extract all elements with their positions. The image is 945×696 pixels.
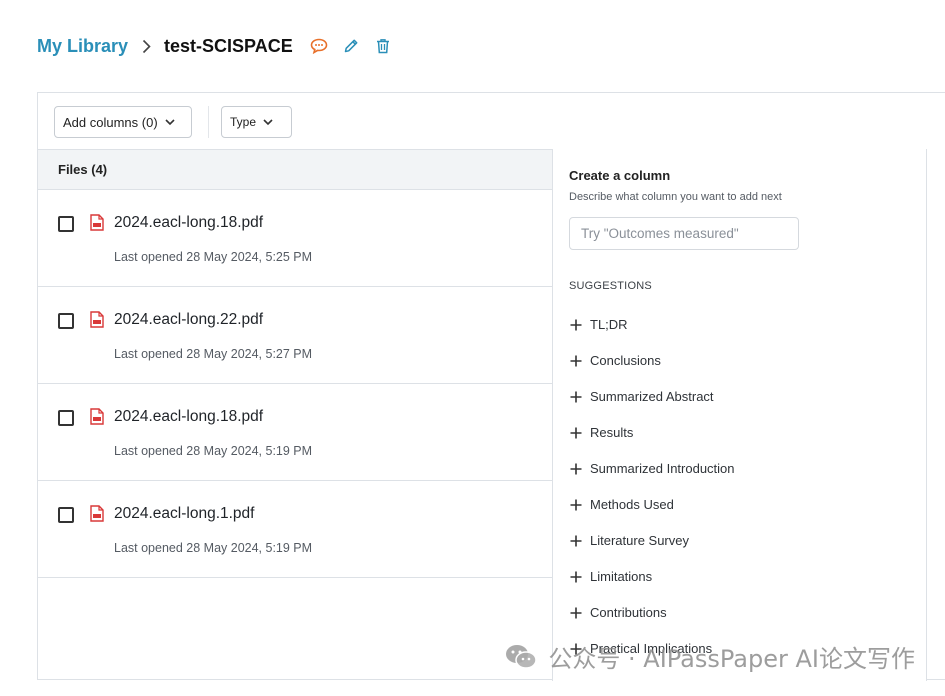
create-column-description: Describe what column you want to add nex…: [569, 191, 782, 203]
file-name[interactable]: 2024.eacl-long.1.pdf: [114, 505, 254, 523]
file-row[interactable]: 2024.eacl-long.18.pdf Last opened 28 May…: [38, 384, 552, 481]
suggestion-item[interactable]: Summarized Abstract: [569, 389, 714, 404]
page-title: test-SCISPACE: [164, 35, 293, 56]
file-checkbox[interactable]: [58, 313, 74, 329]
pdf-file-icon: [90, 311, 104, 328]
chevron-right-icon: [142, 38, 154, 54]
watermark: 公众号 · AIPassPaper AI论文写作: [504, 639, 915, 674]
suggestion-label: Conclusions: [590, 353, 661, 368]
file-last-opened: Last opened 28 May 2024, 5:27 PM: [114, 347, 313, 361]
toolbar-divider: [208, 106, 209, 138]
file-name[interactable]: 2024.eacl-long.18.pdf: [114, 214, 263, 232]
files-table: Files (4) 2024.eacl-long.18.pdf Last ope…: [38, 149, 552, 578]
suggestion-label: Literature Survey: [590, 533, 689, 548]
wechat-icon: [506, 644, 538, 669]
file-name[interactable]: 2024.eacl-long.22.pdf: [114, 311, 263, 329]
type-filter-label: Type: [230, 115, 257, 129]
file-row[interactable]: 2024.eacl-long.22.pdf Last opened 28 May…: [38, 287, 552, 384]
breadcrumb-my-library-link[interactable]: My Library: [37, 36, 128, 57]
add-columns-label: Add columns (0): [63, 114, 158, 130]
create-column-title: Create a column: [569, 168, 671, 183]
toolbar: Add columns (0) Type: [38, 93, 945, 150]
plus-icon: [569, 534, 583, 548]
breadcrumb: My Library test-SCISPACE: [37, 33, 392, 59]
file-name[interactable]: 2024.eacl-long.18.pdf: [114, 408, 263, 426]
type-filter-button[interactable]: Type: [221, 106, 292, 138]
suggestion-label: Summarized Abstract: [590, 389, 714, 404]
suggestion-label: Results: [590, 425, 634, 440]
suggestion-label: Summarized Introduction: [590, 461, 735, 476]
file-last-opened: Last opened 28 May 2024, 5:25 PM: [114, 250, 313, 264]
file-checkbox[interactable]: [58, 507, 74, 523]
plus-icon: [569, 426, 583, 440]
chat-icon[interactable]: [310, 37, 328, 55]
file-row[interactable]: 2024.eacl-long.18.pdf Last opened 28 May…: [38, 190, 552, 287]
suggestion-item[interactable]: Limitations: [569, 569, 652, 584]
file-row[interactable]: 2024.eacl-long.1.pdf Last opened 28 May …: [38, 481, 552, 578]
pdf-file-icon: [90, 505, 104, 522]
file-last-opened: Last opened 28 May 2024, 5:19 PM: [114, 444, 313, 458]
suggestion-item[interactable]: Contributions: [569, 605, 667, 620]
plus-icon: [569, 462, 583, 476]
add-columns-button[interactable]: Add columns (0): [54, 106, 192, 138]
plus-icon: [569, 354, 583, 368]
library-panel: Add columns (0) Type Files (4) 2024.eacl…: [37, 92, 945, 681]
plus-icon: [569, 570, 583, 584]
file-checkbox[interactable]: [58, 410, 74, 426]
watermark-text: 公众号 · AIPassPaper AI论文写作: [548, 645, 915, 673]
plus-icon: [569, 318, 583, 332]
suggestion-item[interactable]: Literature Survey: [569, 533, 689, 548]
suggestion-label: TL;DR: [590, 317, 628, 332]
suggestions-heading: SUGGESTIONS: [569, 280, 652, 292]
plus-icon: [569, 390, 583, 404]
trash-icon[interactable]: [374, 37, 392, 55]
create-column-panel: Create a column Describe what column you…: [552, 149, 927, 681]
suggestion-label: Contributions: [590, 605, 667, 620]
suggestion-item[interactable]: Conclusions: [569, 353, 661, 368]
plus-icon: [569, 498, 583, 512]
pdf-file-icon: [90, 214, 104, 231]
suggestion-label: Limitations: [590, 569, 653, 584]
files-header: Files (4): [38, 149, 552, 190]
chevron-down-icon: [165, 117, 175, 127]
header-actions: [310, 37, 392, 55]
column-description-input[interactable]: [569, 217, 799, 250]
plus-icon: [569, 606, 583, 620]
suggestion-item[interactable]: Summarized Introduction: [569, 461, 735, 476]
suggestion-item[interactable]: Methods Used: [569, 497, 674, 512]
suggestion-label: Methods Used: [590, 497, 674, 512]
pdf-file-icon: [90, 408, 104, 425]
pencil-icon[interactable]: [342, 37, 360, 55]
suggestion-item[interactable]: TL;DR: [569, 317, 628, 332]
file-checkbox[interactable]: [58, 216, 74, 232]
suggestion-item[interactable]: Results: [569, 425, 633, 440]
chevron-down-icon: [263, 117, 273, 127]
file-last-opened: Last opened 28 May 2024, 5:19 PM: [114, 541, 313, 555]
